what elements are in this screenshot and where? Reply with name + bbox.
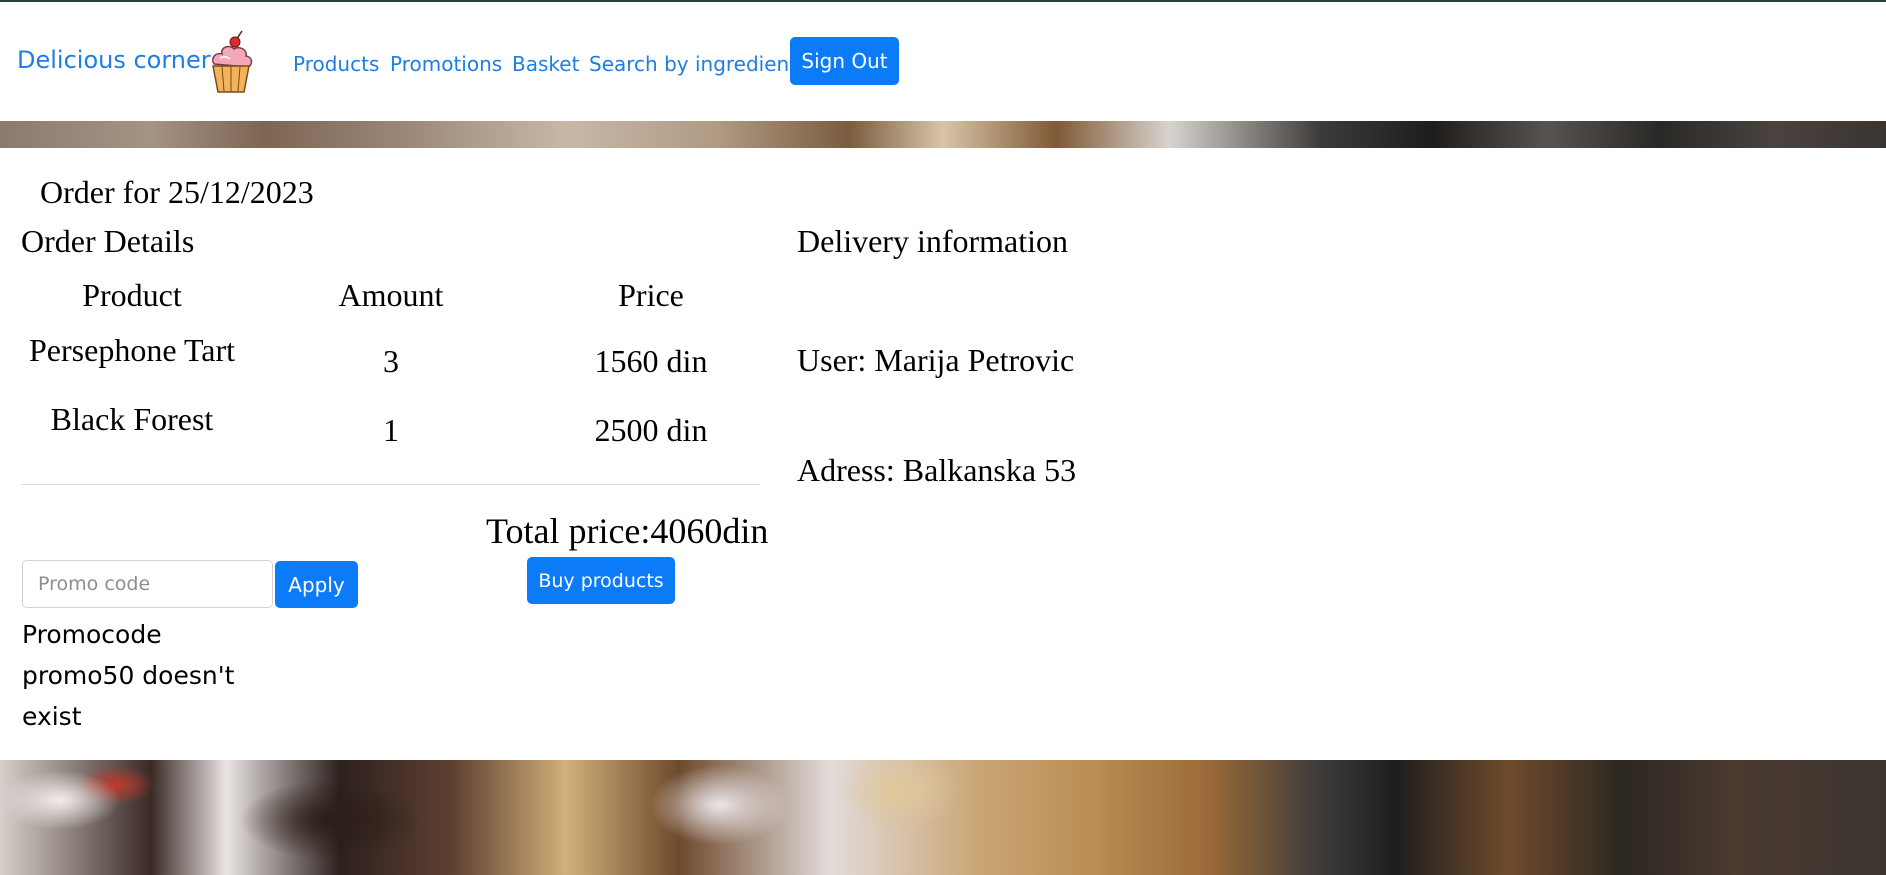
order-details-title: Order Details <box>21 223 195 259</box>
promo-error-message: Promocode promo50 doesn't exist <box>22 620 235 731</box>
navbar: Delicious corner Products Promotions Bas… <box>0 2 1886 121</box>
product-name: Black Forest <box>50 401 214 437</box>
background-image-bottom <box>0 760 1886 875</box>
background-image-top <box>0 121 1886 148</box>
product-price: 1560 din <box>594 343 708 379</box>
brand-link[interactable]: Delicious corner <box>17 46 211 74</box>
product-amount: 3 <box>383 343 399 379</box>
delivery-user: User: Marija Petrovic <box>797 342 1075 378</box>
apply-promo-button[interactable]: Apply <box>275 561 358 608</box>
product-name: Persephone Tart <box>29 332 235 368</box>
delivery-information-title: Delivery information <box>797 223 1069 259</box>
nav-promotions[interactable]: Promotions <box>390 52 502 76</box>
column-header-product: Product <box>82 277 182 313</box>
divider <box>21 484 760 485</box>
total-price: Total price:4060din <box>486 511 769 551</box>
buy-products-button[interactable]: Buy products <box>527 557 675 604</box>
sign-out-button[interactable]: Sign Out <box>790 37 899 85</box>
column-header-price: Price <box>618 277 684 313</box>
nav-products[interactable]: Products <box>293 52 379 76</box>
promo-code-input[interactable] <box>22 560 273 608</box>
product-price: 2500 din <box>594 412 708 448</box>
cupcake-icon[interactable] <box>206 30 256 94</box>
nav-search-by-ingredients[interactable]: Search by ingredients <box>589 52 807 76</box>
product-amount: 1 <box>383 412 399 448</box>
column-header-amount: Amount <box>338 277 444 313</box>
order-title: Order for 25/12/2023 <box>40 174 314 210</box>
nav-basket[interactable]: Basket <box>512 52 579 76</box>
delivery-address: Adress: Balkanska 53 <box>797 452 1077 488</box>
